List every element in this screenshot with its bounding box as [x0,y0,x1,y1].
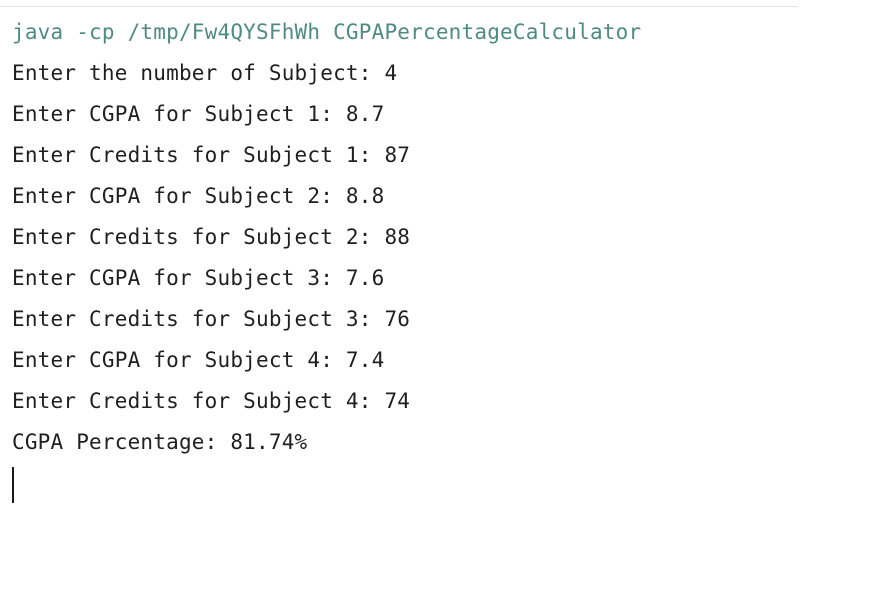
output-line-credits-subject-3: Enter Credits for Subject 3: 76 [12,307,411,331]
output-line-cgpa-subject-1: Enter CGPA for Subject 1: 8.7 [12,102,385,126]
output-line-cgpa-subject-2: Enter CGPA for Subject 2: 8.8 [12,184,385,208]
output-line-credits-subject-1: Enter Credits for Subject 1: 87 [12,143,411,167]
output-line-result: CGPA Percentage: 81.74% [12,430,308,454]
output-line-cgpa-subject-4: Enter CGPA for Subject 4: 7.4 [12,348,385,372]
output-line-cgpa-subject-3: Enter CGPA for Subject 3: 7.6 [12,266,385,290]
output-line-subject-count: Enter the number of Subject: 4 [12,61,398,85]
top-divider [0,6,798,7]
run-command-line: java -cp /tmp/Fw4QYSFhWh CGPAPercentageC… [12,20,642,44]
console-output[interactable]: java -cp /tmp/Fw4QYSFhWh CGPAPercentageC… [12,12,872,503]
text-cursor[interactable] [12,467,14,503]
output-line-credits-subject-2: Enter Credits for Subject 2: 88 [12,225,411,249]
output-line-credits-subject-4: Enter Credits for Subject 4: 74 [12,389,411,413]
